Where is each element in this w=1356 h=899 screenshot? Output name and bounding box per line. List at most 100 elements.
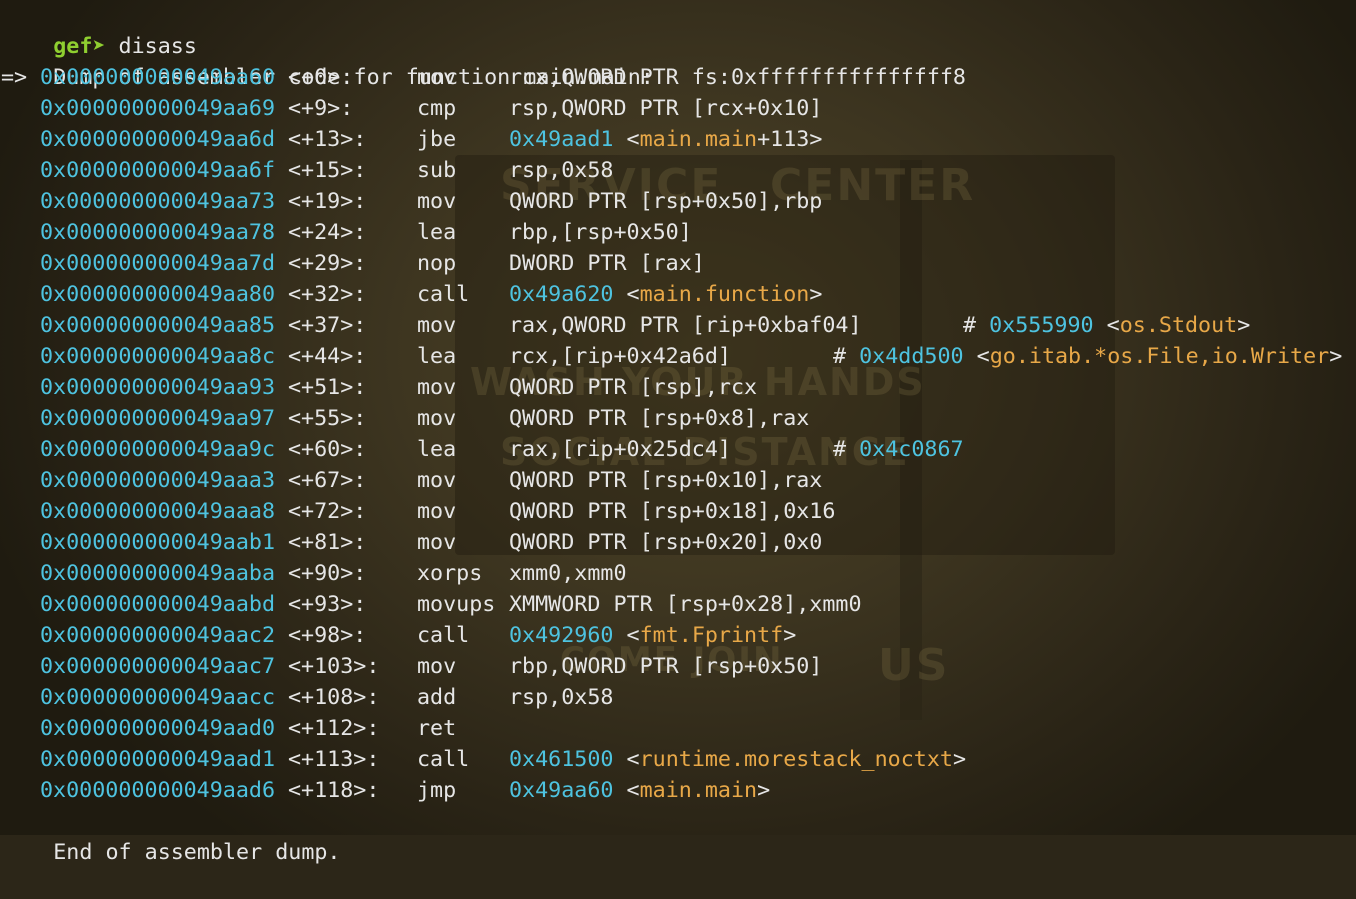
instruction-address: 0x000000000049aa7d: [40, 251, 276, 276]
instruction-mnemonic: jbe: [417, 127, 457, 152]
instruction-row[interactable]: 0x000000000049aa8c <+44>: lea rcx,[rip+0x42…: [1, 341, 1356, 372]
instruction-address: 0x000000000049aaa8: [40, 499, 276, 524]
branch-symbol-open: <: [626, 127, 640, 152]
instruction-address: 0x000000000049aa85: [40, 313, 276, 338]
instruction-mnemonic: call: [417, 747, 470, 772]
instruction-mnemonic: jmp: [417, 778, 457, 803]
instruction-row[interactable]: 0x000000000049aaa8 <+72>: mov QWORD PTR [rs…: [1, 496, 1356, 527]
terminal-output[interactable]: gef➤ disass Dump of assembler code for f…: [1, 0, 1356, 865]
operand-text: rax,[rip+0x25dc4]: [509, 437, 731, 462]
branch-symbol-open: <: [626, 747, 640, 772]
instruction-offset: <+15>:: [288, 158, 367, 183]
instruction-operands: XMMWORD PTR [rsp+0x28],xmm0: [509, 589, 862, 620]
branch-symbol: fmt.Fprintf: [639, 623, 784, 648]
instruction-row[interactable]: 0x000000000049aa80 <+32>: call 0x49a620 <ma…: [1, 279, 1356, 310]
instruction-operands: xmm0,xmm0: [509, 558, 627, 589]
instruction-operands: DWORD PTR [rax]: [509, 248, 705, 279]
operand-text: rbp,[rsp+0x50]: [509, 220, 692, 245]
operand-text: QWORD PTR [rsp+0x10],rax: [509, 468, 823, 493]
instruction-address: 0x000000000049aa93: [40, 375, 276, 400]
operand-text: rsp,0x58: [509, 685, 614, 710]
instruction-operands: rax,QWORD PTR [rip+0xbaf04]: [509, 310, 862, 341]
dump-header: Dump of assembler code for function main…: [1, 31, 1356, 90]
branch-symbol: runtime.morestack_noctxt: [639, 747, 953, 772]
operand-text: QWORD PTR [rsp+0x50],rbp: [509, 189, 823, 214]
instruction-address: 0x000000000049aac7: [40, 654, 276, 679]
instruction-row[interactable]: 0x000000000049aa9c <+60>: lea rax,[rip+0x25…: [1, 434, 1356, 465]
instruction-row[interactable]: 0x000000000049aab1 <+81>: mov QWORD PTR [rs…: [1, 527, 1356, 558]
instruction-comment: # 0x4dd500 <go.itab.*os.File,io.Writer>: [833, 341, 1342, 372]
branch-symbol-open: <: [626, 282, 640, 307]
instruction-row[interactable]: 0x000000000049aa78 <+24>: lea rbp,[rsp+0x50…: [1, 217, 1356, 248]
instruction-offset: <+13>:: [288, 127, 367, 152]
instruction-operands: rsp,0x58: [509, 155, 613, 186]
instruction-offset: <+55>:: [288, 406, 367, 431]
instruction-operands: rcx,QWORD PTR fs:0xfffffffffffffff8: [509, 62, 966, 93]
instruction-address: 0x000000000049aaba: [40, 561, 276, 586]
instruction-row[interactable]: 0x000000000049aad6 <+118>: jmp 0x49aa60 <ma…: [1, 775, 1356, 806]
instruction-offset: <+103>:: [288, 654, 380, 679]
comment-address: 0x4dd500: [859, 344, 964, 369]
instruction-row[interactable]: 0x000000000049aacc <+108>: add rsp,0x58: [1, 682, 1356, 713]
instruction-address: 0x000000000049aa97: [40, 406, 276, 431]
instruction-operands: QWORD PTR [rsp+0x8],rax: [509, 403, 809, 434]
instruction-address: 0x000000000049aa78: [40, 220, 276, 245]
instruction-offset: <+112>:: [288, 716, 380, 741]
instruction-row[interactable]: 0x000000000049aa73 <+19>: mov QWORD PTR [rs…: [1, 186, 1356, 217]
instruction-row[interactable]: 0x000000000049aac2 <+98>: call 0x492960 <fm…: [1, 620, 1356, 651]
branch-symbol: main.function: [639, 282, 810, 307]
instruction-row[interactable]: 0x000000000049aad1 <+113>: call 0x461500 <r…: [1, 744, 1356, 775]
branch-symbol-tail: >: [783, 623, 797, 648]
operand-text: QWORD PTR [rsp+0x8],rax: [509, 406, 810, 431]
comment-symbol: go.itab.*os.File,io.Writer: [989, 344, 1330, 369]
instruction-offset: <+44>:: [288, 344, 367, 369]
instruction-row[interactable]: 0x000000000049aa6f <+15>: sub rsp,0x58: [1, 155, 1356, 186]
instruction-offset: <+90>:: [288, 561, 367, 586]
instruction-operands: 0x49a620 <main.function>: [509, 279, 822, 310]
instruction-comment: # 0x4c0867: [833, 434, 964, 465]
comment-mark: #: [833, 344, 847, 369]
instruction-address: 0x000000000049aa8c: [40, 344, 276, 369]
operand-text: xmm0,xmm0: [509, 561, 627, 586]
instruction-row[interactable]: 0x000000000049aa85 <+37>: mov rax,QWORD PTR…: [1, 310, 1356, 341]
instruction-offset: <+24>:: [288, 220, 367, 245]
operand-text: rcx,QWORD PTR fs:0xfffffffffffffff8: [509, 65, 966, 90]
instruction-offset: <+29>:: [288, 251, 367, 276]
branch-symbol-tail: >: [757, 778, 771, 803]
instruction-row[interactable]: 0x000000000049aac7 <+103>: mov rbp,QWORD PT…: [1, 651, 1356, 682]
prompt-line: gef➤ disass: [1, 0, 1356, 59]
instruction-row[interactable]: 0x000000000049aaa3 <+67>: mov QWORD PTR [rs…: [1, 465, 1356, 496]
instruction-address: 0x000000000049aa6f: [40, 158, 276, 183]
current-instruction-marker: =>: [1, 65, 28, 90]
instruction-offset: <+67>:: [288, 468, 367, 493]
instruction-row[interactable]: 0x000000000049aaba <+90>: xorps xmm0,xmm0: [1, 558, 1356, 589]
instruction-operands: rbp,QWORD PTR [rsp+0x50]: [509, 651, 822, 682]
branch-symbol: main.main: [639, 127, 758, 152]
instruction-row[interactable]: 0x000000000049aad0 <+112>: ret: [1, 713, 1356, 744]
instruction-row[interactable]: 0x000000000049aa7d <+29>: nop DWORD PTR [ra…: [1, 248, 1356, 279]
instruction-address: 0x000000000049aa69: [40, 96, 276, 121]
dump-footer: End of assembler dump.: [1, 806, 1356, 865]
dump-footer-text: End of assembler dump.: [53, 840, 341, 865]
instruction-operands: QWORD PTR [rsp+0x20],0x0: [509, 527, 822, 558]
instruction-row[interactable]: 0x000000000049aa69 <+9>: cmp rsp,QWORD PTR …: [1, 93, 1356, 124]
instruction-mnemonic: ret: [417, 716, 457, 741]
instruction-row[interactable]: 0x000000000049aa97 <+55>: mov QWORD PTR [rs…: [1, 403, 1356, 434]
operand-text: rcx,[rip+0x42a6d]: [509, 344, 731, 369]
instruction-row[interactable]: => 0x000000000049aa60 <+0>: mov rcx,QWORD PT…: [1, 62, 1356, 93]
instruction-address: 0x000000000049aab1: [40, 530, 276, 555]
instruction-mnemonic: mov: [417, 654, 457, 679]
branch-symbol-open: <: [626, 778, 640, 803]
instruction-offset: <+118>:: [288, 778, 380, 803]
comment-symbol: os.Stdout: [1119, 313, 1238, 338]
instruction-row[interactable]: 0x000000000049aabd <+93>: movups XMMWORD PT…: [1, 589, 1356, 620]
instruction-offset: <+81>:: [288, 530, 367, 555]
comment-symbol-tail: >: [1237, 313, 1251, 338]
instruction-row[interactable]: 0x000000000049aa6d <+13>: jbe 0x49aad1 <mai…: [1, 124, 1356, 155]
instruction-offset: <+108>:: [288, 685, 380, 710]
instruction-operands: rcx,[rip+0x42a6d]: [509, 341, 731, 372]
instruction-offset: <+93>:: [288, 592, 367, 617]
instruction-mnemonic: movups: [417, 592, 496, 617]
instruction-address: 0x000000000049aaa3: [40, 468, 276, 493]
instruction-row[interactable]: 0x000000000049aa93 <+51>: mov QWORD PTR [rs…: [1, 372, 1356, 403]
